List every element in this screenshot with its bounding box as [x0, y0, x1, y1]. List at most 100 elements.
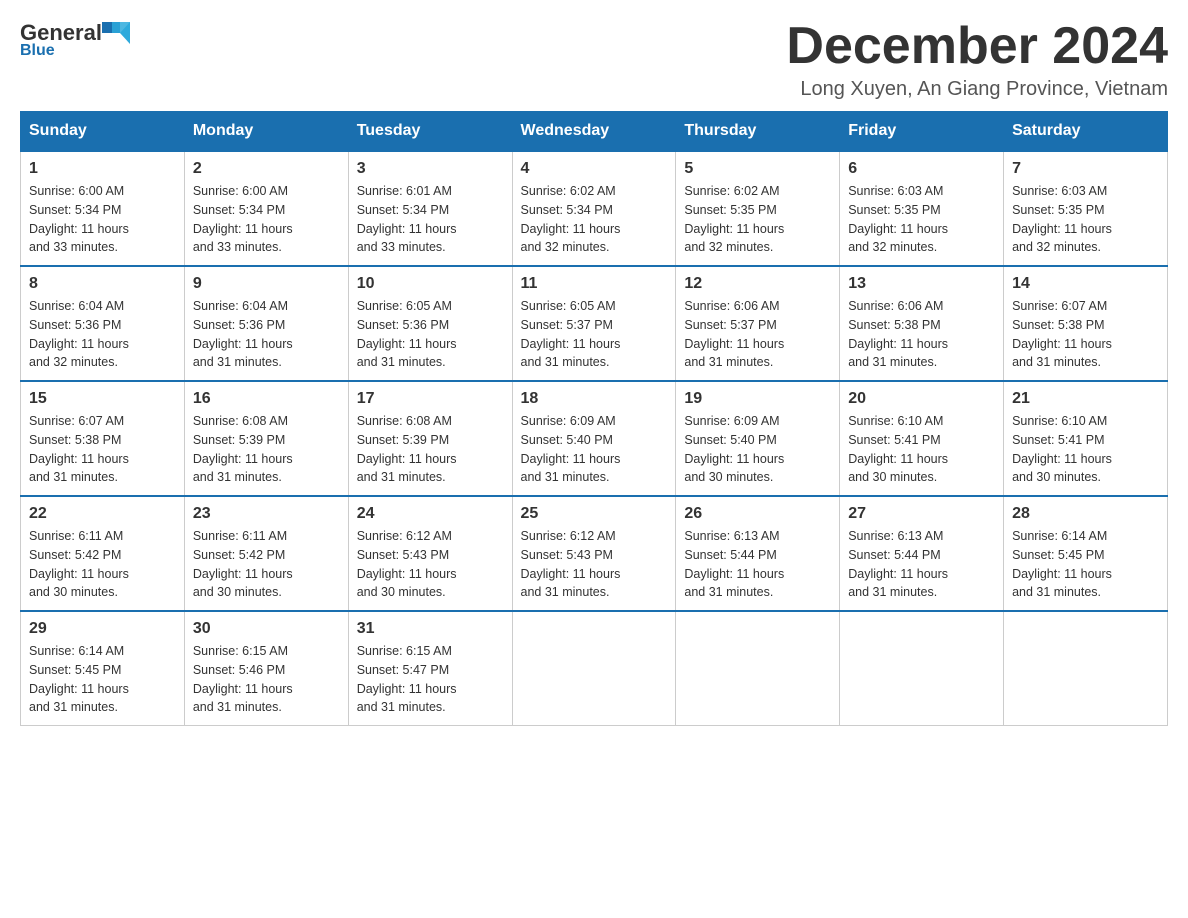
day-number: 11: [521, 275, 668, 293]
day-info: Sunrise: 6:14 AM Sunset: 5:45 PM Dayligh…: [1012, 527, 1159, 602]
day-cell-1: 1 Sunrise: 6:00 AM Sunset: 5:34 PM Dayli…: [21, 151, 185, 266]
day-cell-7: 7 Sunrise: 6:03 AM Sunset: 5:35 PM Dayli…: [1004, 151, 1168, 266]
day-number: 31: [357, 620, 504, 638]
day-cell-15: 15 Sunrise: 6:07 AM Sunset: 5:38 PM Dayl…: [21, 381, 185, 496]
day-cell-3: 3 Sunrise: 6:01 AM Sunset: 5:34 PM Dayli…: [348, 151, 512, 266]
day-info: Sunrise: 6:13 AM Sunset: 5:44 PM Dayligh…: [848, 527, 995, 602]
day-cell-5: 5 Sunrise: 6:02 AM Sunset: 5:35 PM Dayli…: [676, 151, 840, 266]
day-info: Sunrise: 6:02 AM Sunset: 5:34 PM Dayligh…: [521, 182, 668, 257]
day-cell-22: 22 Sunrise: 6:11 AM Sunset: 5:42 PM Dayl…: [21, 496, 185, 611]
day-number: 26: [684, 505, 831, 523]
day-number: 8: [29, 275, 176, 293]
day-number: 4: [521, 160, 668, 178]
logo-blue-part: [102, 22, 130, 44]
day-info: Sunrise: 6:10 AM Sunset: 5:41 PM Dayligh…: [848, 412, 995, 487]
day-cell-13: 13 Sunrise: 6:06 AM Sunset: 5:38 PM Dayl…: [840, 266, 1004, 381]
page-header: General Blue December 2024 Long Xuyen, A…: [20, 20, 1168, 101]
day-number: 19: [684, 390, 831, 408]
week-row-2: 8 Sunrise: 6:04 AM Sunset: 5:36 PM Dayli…: [21, 266, 1168, 381]
day-info: Sunrise: 6:07 AM Sunset: 5:38 PM Dayligh…: [1012, 297, 1159, 372]
day-info: Sunrise: 6:12 AM Sunset: 5:43 PM Dayligh…: [521, 527, 668, 602]
weekday-header-sunday: Sunday: [21, 112, 185, 152]
day-info: Sunrise: 6:06 AM Sunset: 5:38 PM Dayligh…: [848, 297, 995, 372]
day-number: 2: [193, 160, 340, 178]
day-number: 27: [848, 505, 995, 523]
day-number: 14: [1012, 275, 1159, 293]
weekday-header-saturday: Saturday: [1004, 112, 1168, 152]
month-year-title: December 2024: [786, 20, 1168, 72]
day-number: 1: [29, 160, 176, 178]
day-number: 21: [1012, 390, 1159, 408]
day-cell-11: 11 Sunrise: 6:05 AM Sunset: 5:37 PM Dayl…: [512, 266, 676, 381]
day-info: Sunrise: 6:02 AM Sunset: 5:35 PM Dayligh…: [684, 182, 831, 257]
logo-icon: [102, 22, 130, 44]
day-cell-24: 24 Sunrise: 6:12 AM Sunset: 5:43 PM Dayl…: [348, 496, 512, 611]
day-cell-18: 18 Sunrise: 6:09 AM Sunset: 5:40 PM Dayl…: [512, 381, 676, 496]
day-info: Sunrise: 6:07 AM Sunset: 5:38 PM Dayligh…: [29, 412, 176, 487]
day-number: 12: [684, 275, 831, 293]
day-cell-6: 6 Sunrise: 6:03 AM Sunset: 5:35 PM Dayli…: [840, 151, 1004, 266]
day-info: Sunrise: 6:10 AM Sunset: 5:41 PM Dayligh…: [1012, 412, 1159, 487]
day-cell-26: 26 Sunrise: 6:13 AM Sunset: 5:44 PM Dayl…: [676, 496, 840, 611]
location-subtitle: Long Xuyen, An Giang Province, Vietnam: [786, 78, 1168, 101]
weekday-header-row: SundayMondayTuesdayWednesdayThursdayFrid…: [21, 112, 1168, 152]
empty-cell: [1004, 611, 1168, 726]
day-number: 30: [193, 620, 340, 638]
day-info: Sunrise: 6:14 AM Sunset: 5:45 PM Dayligh…: [29, 642, 176, 717]
day-number: 25: [521, 505, 668, 523]
day-number: 20: [848, 390, 995, 408]
day-info: Sunrise: 6:04 AM Sunset: 5:36 PM Dayligh…: [29, 297, 176, 372]
day-number: 6: [848, 160, 995, 178]
empty-cell: [840, 611, 1004, 726]
day-cell-12: 12 Sunrise: 6:06 AM Sunset: 5:37 PM Dayl…: [676, 266, 840, 381]
week-row-3: 15 Sunrise: 6:07 AM Sunset: 5:38 PM Dayl…: [21, 381, 1168, 496]
day-number: 22: [29, 505, 176, 523]
day-number: 18: [521, 390, 668, 408]
day-cell-8: 8 Sunrise: 6:04 AM Sunset: 5:36 PM Dayli…: [21, 266, 185, 381]
day-cell-20: 20 Sunrise: 6:10 AM Sunset: 5:41 PM Dayl…: [840, 381, 1004, 496]
day-number: 13: [848, 275, 995, 293]
day-number: 23: [193, 505, 340, 523]
week-row-1: 1 Sunrise: 6:00 AM Sunset: 5:34 PM Dayli…: [21, 151, 1168, 266]
empty-cell: [676, 611, 840, 726]
day-number: 15: [29, 390, 176, 408]
day-info: Sunrise: 6:08 AM Sunset: 5:39 PM Dayligh…: [357, 412, 504, 487]
day-number: 17: [357, 390, 504, 408]
day-info: Sunrise: 6:01 AM Sunset: 5:34 PM Dayligh…: [357, 182, 504, 257]
day-info: Sunrise: 6:03 AM Sunset: 5:35 PM Dayligh…: [848, 182, 995, 257]
day-cell-23: 23 Sunrise: 6:11 AM Sunset: 5:42 PM Dayl…: [184, 496, 348, 611]
day-cell-27: 27 Sunrise: 6:13 AM Sunset: 5:44 PM Dayl…: [840, 496, 1004, 611]
day-info: Sunrise: 6:00 AM Sunset: 5:34 PM Dayligh…: [29, 182, 176, 257]
day-info: Sunrise: 6:05 AM Sunset: 5:37 PM Dayligh…: [521, 297, 668, 372]
day-info: Sunrise: 6:09 AM Sunset: 5:40 PM Dayligh…: [684, 412, 831, 487]
day-cell-29: 29 Sunrise: 6:14 AM Sunset: 5:45 PM Dayl…: [21, 611, 185, 726]
weekday-header-wednesday: Wednesday: [512, 112, 676, 152]
day-cell-2: 2 Sunrise: 6:00 AM Sunset: 5:34 PM Dayli…: [184, 151, 348, 266]
day-info: Sunrise: 6:04 AM Sunset: 5:36 PM Dayligh…: [193, 297, 340, 372]
day-cell-30: 30 Sunrise: 6:15 AM Sunset: 5:46 PM Dayl…: [184, 611, 348, 726]
day-number: 16: [193, 390, 340, 408]
day-number: 9: [193, 275, 340, 293]
day-number: 10: [357, 275, 504, 293]
day-info: Sunrise: 6:03 AM Sunset: 5:35 PM Dayligh…: [1012, 182, 1159, 257]
day-number: 28: [1012, 505, 1159, 523]
day-info: Sunrise: 6:08 AM Sunset: 5:39 PM Dayligh…: [193, 412, 340, 487]
day-cell-9: 9 Sunrise: 6:04 AM Sunset: 5:36 PM Dayli…: [184, 266, 348, 381]
day-number: 29: [29, 620, 176, 638]
day-number: 24: [357, 505, 504, 523]
day-number: 5: [684, 160, 831, 178]
day-cell-19: 19 Sunrise: 6:09 AM Sunset: 5:40 PM Dayl…: [676, 381, 840, 496]
empty-cell: [512, 611, 676, 726]
day-info: Sunrise: 6:11 AM Sunset: 5:42 PM Dayligh…: [193, 527, 340, 602]
weekday-header-tuesday: Tuesday: [348, 112, 512, 152]
day-cell-25: 25 Sunrise: 6:12 AM Sunset: 5:43 PM Dayl…: [512, 496, 676, 611]
day-cell-16: 16 Sunrise: 6:08 AM Sunset: 5:39 PM Dayl…: [184, 381, 348, 496]
day-cell-31: 31 Sunrise: 6:15 AM Sunset: 5:47 PM Dayl…: [348, 611, 512, 726]
day-cell-4: 4 Sunrise: 6:02 AM Sunset: 5:34 PM Dayli…: [512, 151, 676, 266]
weekday-header-thursday: Thursday: [676, 112, 840, 152]
day-info: Sunrise: 6:05 AM Sunset: 5:36 PM Dayligh…: [357, 297, 504, 372]
day-cell-10: 10 Sunrise: 6:05 AM Sunset: 5:36 PM Dayl…: [348, 266, 512, 381]
day-number: 7: [1012, 160, 1159, 178]
week-row-4: 22 Sunrise: 6:11 AM Sunset: 5:42 PM Dayl…: [21, 496, 1168, 611]
calendar-table: SundayMondayTuesdayWednesdayThursdayFrid…: [20, 111, 1168, 726]
